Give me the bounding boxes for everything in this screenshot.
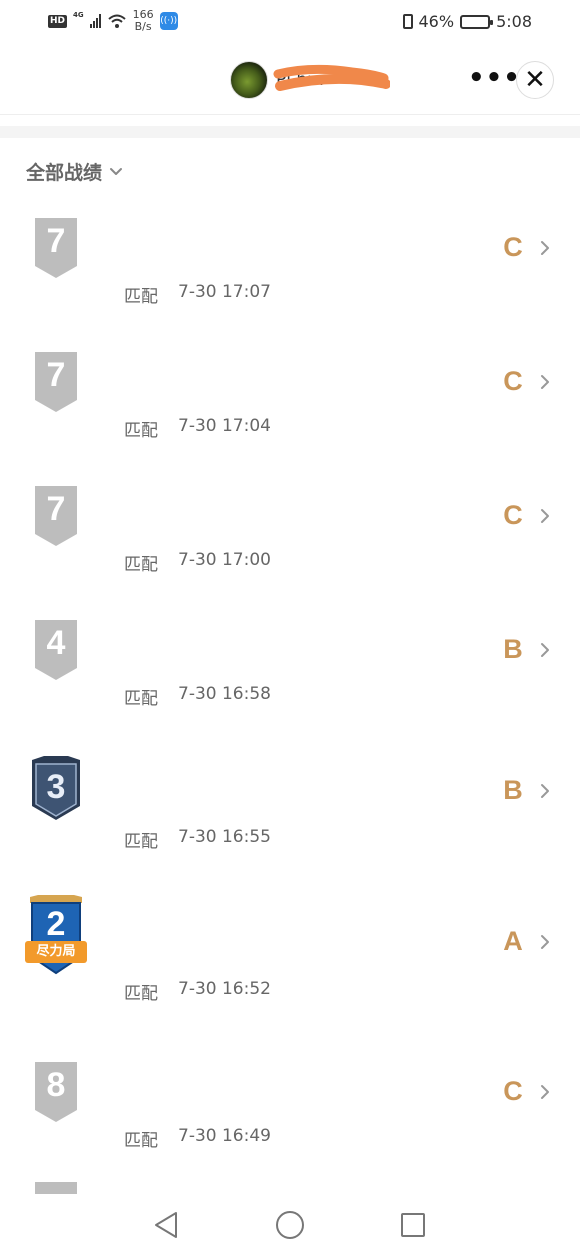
rank-badge-partial (35, 1182, 77, 1194)
chevron-right-icon[interactable] (538, 641, 552, 659)
match-grade: C (503, 500, 523, 530)
chevron-right-icon[interactable] (538, 1083, 552, 1101)
match-grade: C (503, 366, 523, 396)
match-mode: 匹配 (124, 832, 158, 852)
hotspot-app-icon: ((·)) (159, 12, 178, 30)
match-grade: C (503, 232, 523, 262)
rank-badge: 7 (33, 216, 79, 280)
rank-number: 3 (46, 768, 66, 806)
rank-number: 7 (46, 490, 66, 528)
match-grade: B (503, 775, 523, 805)
chevron-right-icon[interactable] (538, 373, 552, 391)
match-grade: B (503, 634, 523, 664)
more-button[interactable]: ••• (468, 65, 520, 94)
battery-icon (460, 14, 494, 29)
rank-badge: 8 (33, 1060, 79, 1124)
match-row[interactable]: 2 尽力局匹配 7-30 16:52 A (0, 895, 580, 1026)
match-row[interactable]: 4 匹配 7-30 16:58 B (0, 606, 580, 736)
best-effort-tag: 尽力局 (25, 941, 87, 963)
status-left: HD 4G 166 B/s ((·)) (48, 9, 178, 33)
match-row[interactable]: 3 匹配 7-30 16:55 B (0, 741, 580, 871)
match-grade: A (503, 926, 523, 956)
rank-number: 4 (46, 624, 66, 662)
match-mode: 匹配 (124, 555, 158, 575)
match-grade: C (503, 1076, 523, 1106)
rank-badge: 7 (33, 350, 79, 414)
rank-badge: 4 (33, 618, 79, 682)
close-button[interactable]: ✕ (516, 61, 554, 99)
battery-percent: 46% (418, 12, 455, 31)
match-time: 7-30 16:58 (178, 684, 271, 704)
match-mode: 匹配 (124, 689, 158, 709)
page: HD 4G 166 B/s ((·)) 46% 5:08 Pl hm ••• ✕… (0, 0, 580, 1258)
back-icon[interactable] (152, 1210, 180, 1240)
record-filter-dropdown[interactable]: 全部战绩 (26, 158, 124, 185)
hd-icon: HD (48, 14, 68, 28)
rank-number: 7 (46, 356, 66, 394)
match-row[interactable]: 8 匹配 7-30 16:49 C (0, 1048, 580, 1178)
status-bar: HD 4G 166 B/s ((·)) 46% 5:08 (0, 0, 580, 46)
net-speed: 166 B/s (133, 9, 154, 33)
signal-icon (89, 14, 101, 28)
system-nav-bar (0, 1194, 580, 1258)
net-speed-unit: B/s (134, 20, 152, 33)
redaction-scribble (273, 64, 390, 91)
chevron-down-icon (110, 167, 123, 175)
match-mode: 匹配 (124, 1131, 158, 1151)
chevron-right-icon[interactable] (538, 933, 552, 951)
title-bar: Pl hm ••• ✕ (0, 50, 580, 114)
home-icon[interactable] (276, 1211, 304, 1239)
match-mode: 匹配 (124, 984, 158, 1004)
match-row[interactable]: 7 匹配 7-30 17:04 C (0, 338, 580, 468)
rank-badge: 2 尽力局 (25, 895, 87, 975)
chevron-right-icon[interactable] (538, 239, 552, 257)
chevron-right-icon[interactable] (538, 782, 552, 800)
match-time: 7-30 17:04 (178, 416, 271, 436)
match-time: 7-30 16:49 (178, 1126, 271, 1146)
match-mode: 匹配 (124, 287, 158, 307)
avatar[interactable] (230, 61, 268, 99)
match-row[interactable]: 7 匹配 7-30 17:07 C (0, 204, 580, 334)
filter-label: 全部战绩 (26, 162, 103, 184)
match-time: 7-30 16:55 (178, 827, 271, 847)
status-right: 46% 5:08 (402, 12, 532, 31)
rank-badge: 3 (32, 756, 80, 820)
section-separator (0, 126, 580, 138)
rank-number: 2 (46, 905, 66, 943)
vibrate-icon (402, 14, 413, 29)
wifi-icon (107, 14, 126, 28)
match-time: 7-30 17:07 (178, 282, 271, 302)
header-divider (0, 114, 580, 115)
clock: 5:08 (496, 12, 532, 31)
rank-number: 8 (46, 1066, 66, 1104)
rank-badge: 7 (33, 484, 79, 548)
rank-number: 7 (46, 222, 66, 260)
recent-apps-icon[interactable] (401, 1213, 425, 1237)
match-time: 7-30 17:00 (178, 550, 271, 570)
match-row[interactable]: 7 匹配 7-30 17:00 C (0, 472, 580, 602)
match-mode: 匹配 (124, 421, 158, 441)
chevron-right-icon[interactable] (538, 507, 552, 525)
network-type: 4G (73, 11, 84, 19)
match-time: 7-30 16:52 (178, 979, 271, 999)
